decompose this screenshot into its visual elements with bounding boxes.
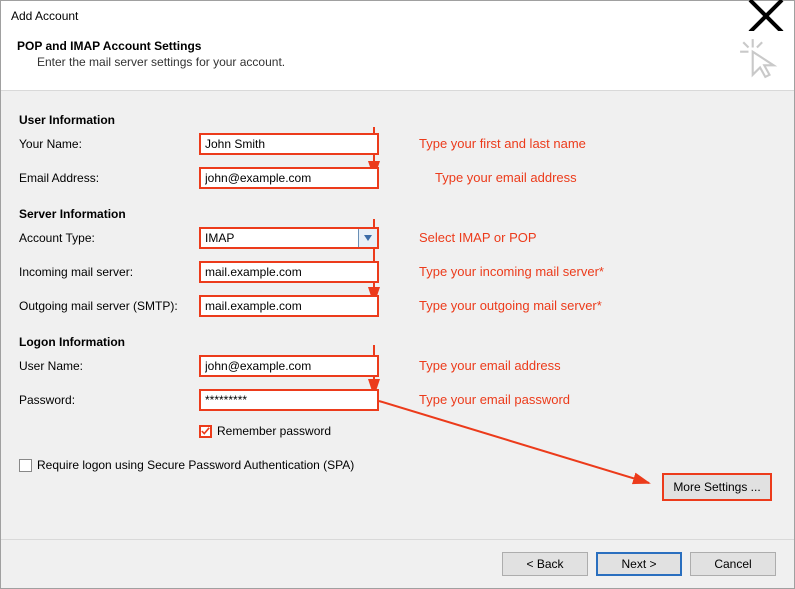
input-password[interactable] — [199, 389, 379, 411]
row-incoming: Incoming mail server: Type your incoming… — [19, 261, 776, 289]
checkbox-require-spa[interactable] — [19, 459, 32, 472]
hint-password: Type your email password — [419, 392, 570, 407]
hint-outgoing: Type your outgoing mail server* — [419, 298, 602, 313]
row-outgoing: Outgoing mail server (SMTP): Type your o… — [19, 295, 776, 323]
titlebar: Add Account — [1, 1, 794, 31]
label-remember-password: Remember password — [217, 424, 331, 438]
hint-username: Type your email address — [419, 358, 561, 373]
window-title: Add Account — [11, 9, 746, 23]
row-username: User Name: Type your email address — [19, 355, 776, 383]
label-email: Email Address: — [19, 171, 199, 185]
label-outgoing: Outgoing mail server (SMTP): — [19, 299, 199, 313]
input-outgoing[interactable] — [199, 295, 379, 317]
more-settings-label: More Settings ... — [673, 480, 760, 494]
label-your-name: Your Name: — [19, 137, 199, 151]
section-user-information: User Information — [19, 113, 776, 127]
more-settings-button[interactable]: More Settings ... — [662, 473, 772, 501]
back-button[interactable]: < Back — [502, 552, 588, 576]
section-server-information: Server Information — [19, 207, 776, 221]
input-username[interactable] — [199, 355, 379, 377]
dropdown-button[interactable] — [358, 229, 377, 247]
label-incoming: Incoming mail server: — [19, 265, 199, 279]
hint-email: Type your email address — [435, 170, 577, 185]
wizard-footer: < Back Next > Cancel — [1, 539, 794, 588]
input-your-name[interactable] — [199, 133, 379, 155]
hint-your-name: Type your first and last name — [419, 136, 586, 151]
label-account-type: Account Type: — [19, 231, 199, 245]
cancel-button-label: Cancel — [714, 557, 751, 571]
wizard-header: POP and IMAP Account Settings Enter the … — [1, 31, 794, 91]
dropdown-account-type[interactable]: IMAP — [199, 227, 379, 249]
hint-account-type: Select IMAP or POP — [419, 230, 537, 245]
row-email: Email Address: Type your email address — [19, 167, 776, 195]
checkmark-icon — [201, 426, 210, 437]
add-account-window: Add Account POP and IMAP Account Setting… — [0, 0, 795, 589]
input-incoming[interactable] — [199, 261, 379, 283]
cancel-button[interactable]: Cancel — [690, 552, 776, 576]
chevron-down-icon — [364, 235, 372, 241]
wizard-subtitle: Enter the mail server settings for your … — [37, 55, 780, 69]
input-email[interactable] — [199, 167, 379, 189]
row-your-name: Your Name: Type your first and last name — [19, 133, 776, 161]
wizard-title: POP and IMAP Account Settings — [17, 39, 780, 53]
dropdown-account-type-value: IMAP — [201, 231, 358, 245]
label-require-spa: Require logon using Secure Password Auth… — [37, 458, 354, 472]
label-password: Password: — [19, 393, 199, 407]
row-account-type: Account Type: IMAP Select IMAP or POP — [19, 227, 776, 255]
next-button[interactable]: Next > — [596, 552, 682, 576]
label-username: User Name: — [19, 359, 199, 373]
row-password: Password: Type your email password — [19, 389, 776, 417]
hint-incoming: Type your incoming mail server* — [419, 264, 604, 279]
wizard-body: User Information Your Name: Type your fi… — [1, 91, 794, 588]
back-button-label: < Back — [526, 557, 563, 571]
row-remember-password: Remember password — [19, 423, 776, 443]
section-logon-information: Logon Information — [19, 335, 776, 349]
checkbox-remember-password[interactable] — [199, 425, 212, 438]
window-close-button[interactable] — [746, 2, 786, 30]
next-button-label: Next > — [621, 557, 656, 571]
cursor-sparkle-icon — [738, 37, 780, 79]
